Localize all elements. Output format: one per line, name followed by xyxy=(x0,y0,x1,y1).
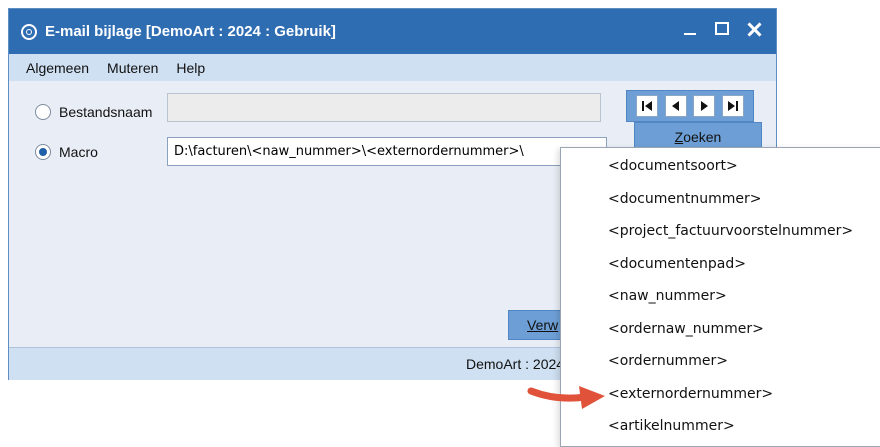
previous-record-button[interactable] xyxy=(664,95,687,117)
macro-field[interactable] xyxy=(167,137,607,166)
record-navigator xyxy=(626,90,754,122)
maximize-icon xyxy=(715,22,729,35)
suggestion-item[interactable]: <project_factuurvoorstelnummer> xyxy=(561,215,880,248)
suggestion-item[interactable]: <naw_nummer> xyxy=(561,280,880,313)
first-record-button[interactable] xyxy=(636,95,659,117)
close-button[interactable] xyxy=(746,21,762,37)
window-controls xyxy=(682,21,762,37)
suggestion-item[interactable]: <documentenpad> xyxy=(561,248,880,281)
zoeken-label-rest: oeken xyxy=(683,129,722,145)
minimize-button[interactable] xyxy=(682,21,698,37)
suggestion-item[interactable]: <documentnummer> xyxy=(561,183,880,216)
suggestion-item[interactable]: <ordernaw_nummer> xyxy=(561,313,880,346)
suggestion-item-externordernummer[interactable]: <externordernummer> xyxy=(561,378,880,411)
maximize-button[interactable] xyxy=(714,21,730,37)
previous-record-icon xyxy=(672,101,680,111)
macro-label: Macro xyxy=(59,144,98,160)
bestandsnaam-radio[interactable] xyxy=(35,104,51,120)
menu-help[interactable]: Help xyxy=(167,60,214,76)
title-bar[interactable]: E-mail bijlage [DemoArt : 2024 : Gebruik… xyxy=(9,9,776,54)
menu-algemeen[interactable]: Algemeen xyxy=(17,60,98,76)
menu-bar: Algemeen Muteren Help xyxy=(9,54,776,81)
next-record-button[interactable] xyxy=(693,95,716,117)
next-record-icon xyxy=(700,101,708,111)
menu-muteren[interactable]: Muteren xyxy=(98,60,167,76)
window-title: E-mail bijlage [DemoArt : 2024 : Gebruik… xyxy=(45,23,336,40)
zoeken-label: Zoeken xyxy=(675,129,722,145)
annotation-arrow-icon xyxy=(527,386,605,409)
bestandsnaam-label: Bestandsnaam xyxy=(59,104,153,120)
macro-radio[interactable] xyxy=(35,144,51,160)
first-record-icon xyxy=(642,101,653,111)
status-text: DemoArt : 2024 xyxy=(466,356,565,372)
suggestion-item[interactable]: <artikelnummer> xyxy=(561,410,880,443)
suggestion-item[interactable]: <documentsoort> xyxy=(561,150,880,183)
minimize-icon xyxy=(684,33,696,35)
zoeken-accesskey: Z xyxy=(674,129,684,145)
macro-suggestion-list: <documentsoort> <documentnummer> <projec… xyxy=(560,147,880,447)
last-record-button[interactable] xyxy=(721,95,744,117)
app-icon xyxy=(21,23,37,40)
bestandsnaam-field[interactable] xyxy=(167,93,601,122)
suggestion-item[interactable]: <ordernummer> xyxy=(561,345,880,378)
last-record-icon xyxy=(727,101,738,111)
verwijderen-label: Verw xyxy=(527,317,559,333)
